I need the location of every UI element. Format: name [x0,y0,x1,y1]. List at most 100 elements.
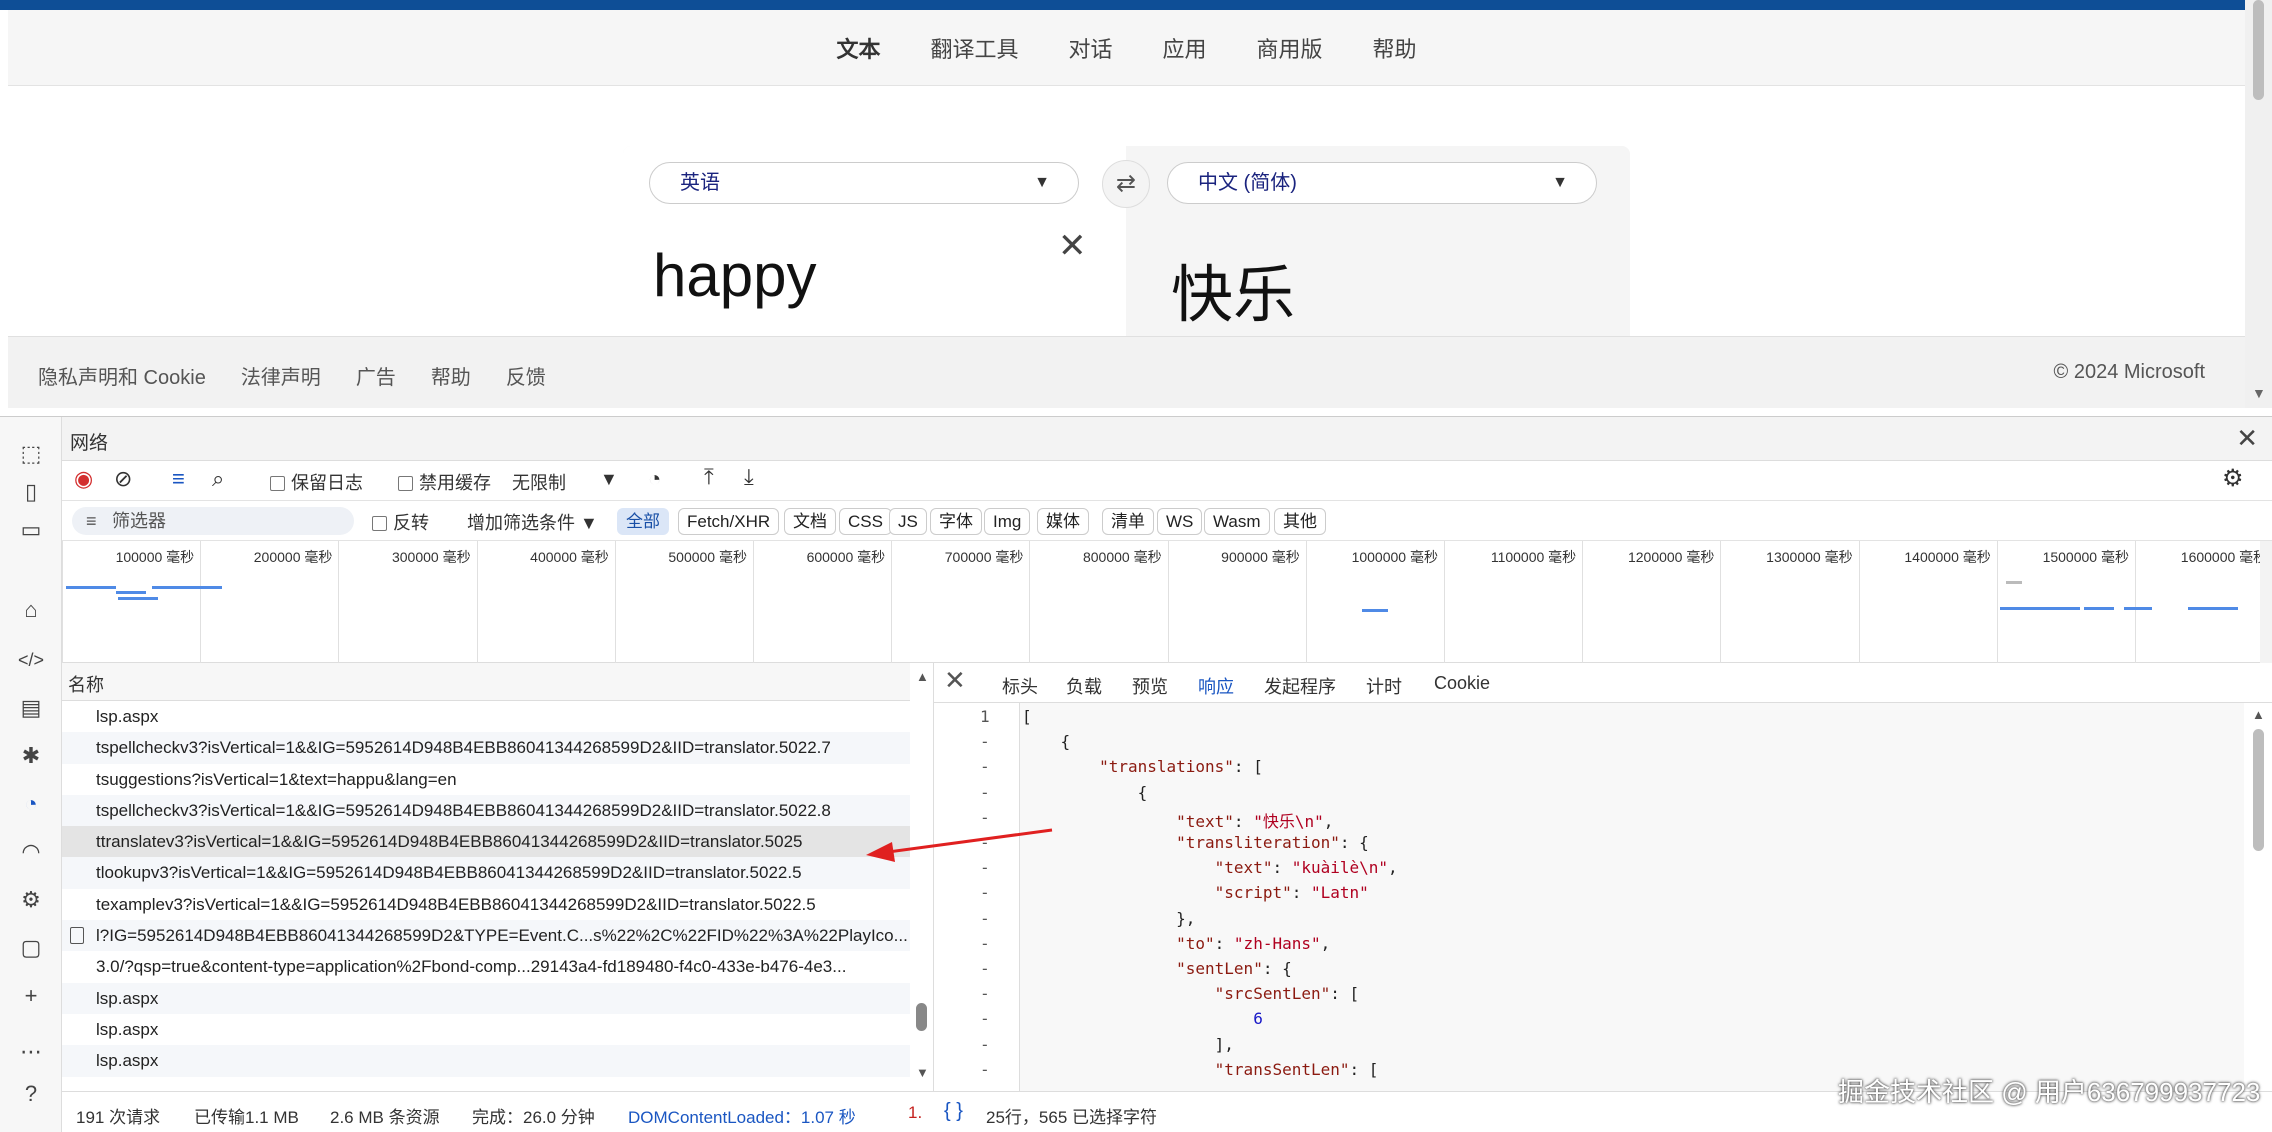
home-icon[interactable]: ⌂ [16,595,46,625]
request-row[interactable]: texamplev3?isVertical=1&&IG=5952614D948B… [62,889,910,920]
preserve-log-checkbox[interactable]: 保留日志 [270,469,363,495]
close-icon[interactable]: ✕ [1058,226,1087,266]
response-scrollbar[interactable]: ▲ [2244,703,2272,1091]
timeline-bar [2188,607,2238,610]
request-row[interactable]: 3.0/?qsp=true&content-type=application%2… [62,951,910,982]
window-icon[interactable]: ▭ [16,515,46,545]
request-row[interactable]: l?IG=5952614D948B4EBB86041344268599D2&TY… [62,920,910,952]
tab-payload[interactable]: 负载 [1066,673,1102,699]
line-number: - [980,883,990,903]
filter-type-doc[interactable]: 文档 [784,508,836,535]
tab-timing[interactable]: 计时 [1366,673,1402,699]
filter-icon[interactable]: ≡ [172,466,185,492]
record-icon[interactable]: ◉ [74,466,93,492]
more-filters-dropdown[interactable]: 增加筛选条件 ▼ [467,509,598,535]
request-row[interactable]: lsp.aspx [62,1045,910,1077]
code-line: }, [1022,908,1196,928]
close-icon[interactable]: ✕ [2236,423,2258,454]
console-icon[interactable]: ▤ [16,693,46,723]
request-row[interactable]: tlookupv3?isVertical=1&&IG=5952614D948B4… [62,857,910,889]
network-conditions-icon[interactable]: ◔ [648,466,661,492]
filter-type-fetch-xhr[interactable]: Fetch/XHR [678,508,780,535]
nav-item-business[interactable]: 商用版 [1257,32,1323,64]
filter-type-wasm[interactable]: Wasm [1204,508,1270,535]
download-icon[interactable]: ⤓ [744,464,754,490]
application-icon[interactable]: ▢ [16,933,46,963]
page-footer: 隐私声明和 Cookie 法律声明 广告 帮助 反馈 © 2024 Micros… [8,336,2245,408]
request-row[interactable]: lsp.aspx [62,982,910,1014]
request-row[interactable]: tspellcheckv3?isVertical=1&&IG=5952614D9… [62,794,910,827]
requests-header: 名称 [62,663,934,701]
source-language-select[interactable]: 英语 ▼ [649,162,1079,204]
tab-preview[interactable]: 预览 [1132,673,1168,699]
footer-link-ads[interactable]: 广告 [356,361,396,390]
help-icon[interactable]: ? [16,1079,46,1109]
close-icon[interactable]: ✕ [944,665,966,696]
source-text-input[interactable]: happy [653,241,816,310]
code-line: ], [1022,1034,1234,1054]
timeline-tick-label: 1300000 毫秒 [1766,549,1853,565]
nav-item-conversation[interactable]: 对话 [1068,32,1112,64]
filter-type-js[interactable]: JS [889,508,927,535]
target-language-select[interactable]: 中文 (简体) ▼ [1167,162,1597,204]
search-icon[interactable]: ⌕ [212,466,224,492]
request-row[interactable]: lsp.aspx [62,1014,910,1045]
filter-input[interactable]: ≡ 筛选器 [72,507,354,535]
requests-scrollbar[interactable]: ▲ ▼ [910,663,934,1091]
footer-link-feedback[interactable]: 反馈 [506,361,546,390]
request-row[interactable]: lsp.aspx [62,701,910,732]
bug-icon[interactable]: ✱ [16,741,46,771]
network-overview-timeline[interactable]: 1600000 毫秒 1500000 毫秒 1400000 毫秒 1300000 毫秒… [62,541,2267,663]
line-number: - [980,732,990,752]
translator-box: 英语 ▼ happy ✕ ⇄ 中文 (简体) ▼ 快乐 [623,146,1630,336]
tab-cookie[interactable]: Cookie [1434,673,1490,694]
gear-icon[interactable]: ⚙ [16,885,46,915]
nav-item-apps[interactable]: 应用 [1163,32,1207,64]
filter-type-css[interactable]: CSS [839,508,892,535]
network-wifi-icon[interactable]: ◔ [16,789,46,819]
filter-type-media[interactable]: 媒体 [1037,508,1089,535]
upload-icon[interactable]: ⤒ [704,464,714,490]
footer-link-help[interactable]: 帮助 [431,361,471,390]
response-viewer[interactable]: 1 [- {- "translations": [- {- "text": "快乐… [934,703,2244,1091]
request-row[interactable]: tsuggestions?isVertical=1&text=happu&lan… [62,764,910,795]
clear-icon[interactable]: ⊘ [114,466,132,492]
page-scrollbar[interactable]: ▼ [2245,0,2272,408]
inspect-icon[interactable]: ⬚ [16,439,46,469]
filter-type-all[interactable]: 全部 [617,508,669,535]
footer-link-legal[interactable]: 法律声明 [241,361,321,390]
disable-cache-checkbox[interactable]: 禁用缓存 [398,469,491,495]
tab-initiator[interactable]: 发起程序 [1264,673,1336,699]
copyright: © 2024 Microsoft [2053,361,2205,383]
code-line: "script": "Latn" [1214,883,1369,903]
nav-item-text[interactable]: 文本 [836,32,880,64]
filter-type-other[interactable]: 其他 [1274,508,1326,535]
throttle-select[interactable]: 无限制 [512,469,566,495]
pretty-print-icon[interactable]: { } [944,1100,963,1123]
filter-type-img[interactable]: Img [984,508,1031,535]
footer-link-privacy[interactable]: 隐私声明和 Cookie [38,361,206,390]
more-icon[interactable]: ⋯ [16,1037,46,1067]
nav-item-translation-tools[interactable]: 翻译工具 [930,32,1018,64]
invert-checkbox[interactable]: 反转 [372,509,429,535]
chevron-down-icon[interactable]: ▼ [600,469,618,490]
filter-type-ws[interactable]: WS [1157,508,1203,535]
filter-type-font[interactable]: 字体 [930,508,982,535]
request-row-selected[interactable]: ttranslatev3?isVertical=1&&IG=5952614D94… [62,826,910,858]
column-header-name[interactable]: 名称 [68,671,104,697]
line-number: - [980,858,990,878]
elements-icon[interactable]: </> [16,645,46,675]
request-row[interactable]: tspellcheckv3?isVertical=1&&IG=5952614D9… [62,732,910,764]
performance-icon[interactable]: ◠ [16,837,46,867]
add-icon[interactable]: + [16,981,46,1011]
timeline-scrollbar[interactable] [2260,541,2272,663]
code-line: [ [1022,707,1032,726]
device-toolbar-icon[interactable]: ▯ [16,477,46,507]
tab-response[interactable]: 响应 [1198,673,1234,707]
status-domcontentloaded: DOMContentLoaded：1.07 秒 [628,1108,856,1127]
filter-type-manifest[interactable]: 清单 [1102,508,1154,535]
nav-item-help[interactable]: 帮助 [1373,32,1417,64]
tab-headers[interactable]: 标头 [1002,673,1038,699]
gear-icon[interactable]: ⚙ [2222,464,2244,493]
swap-languages-button[interactable]: ⇄ [1102,160,1150,208]
